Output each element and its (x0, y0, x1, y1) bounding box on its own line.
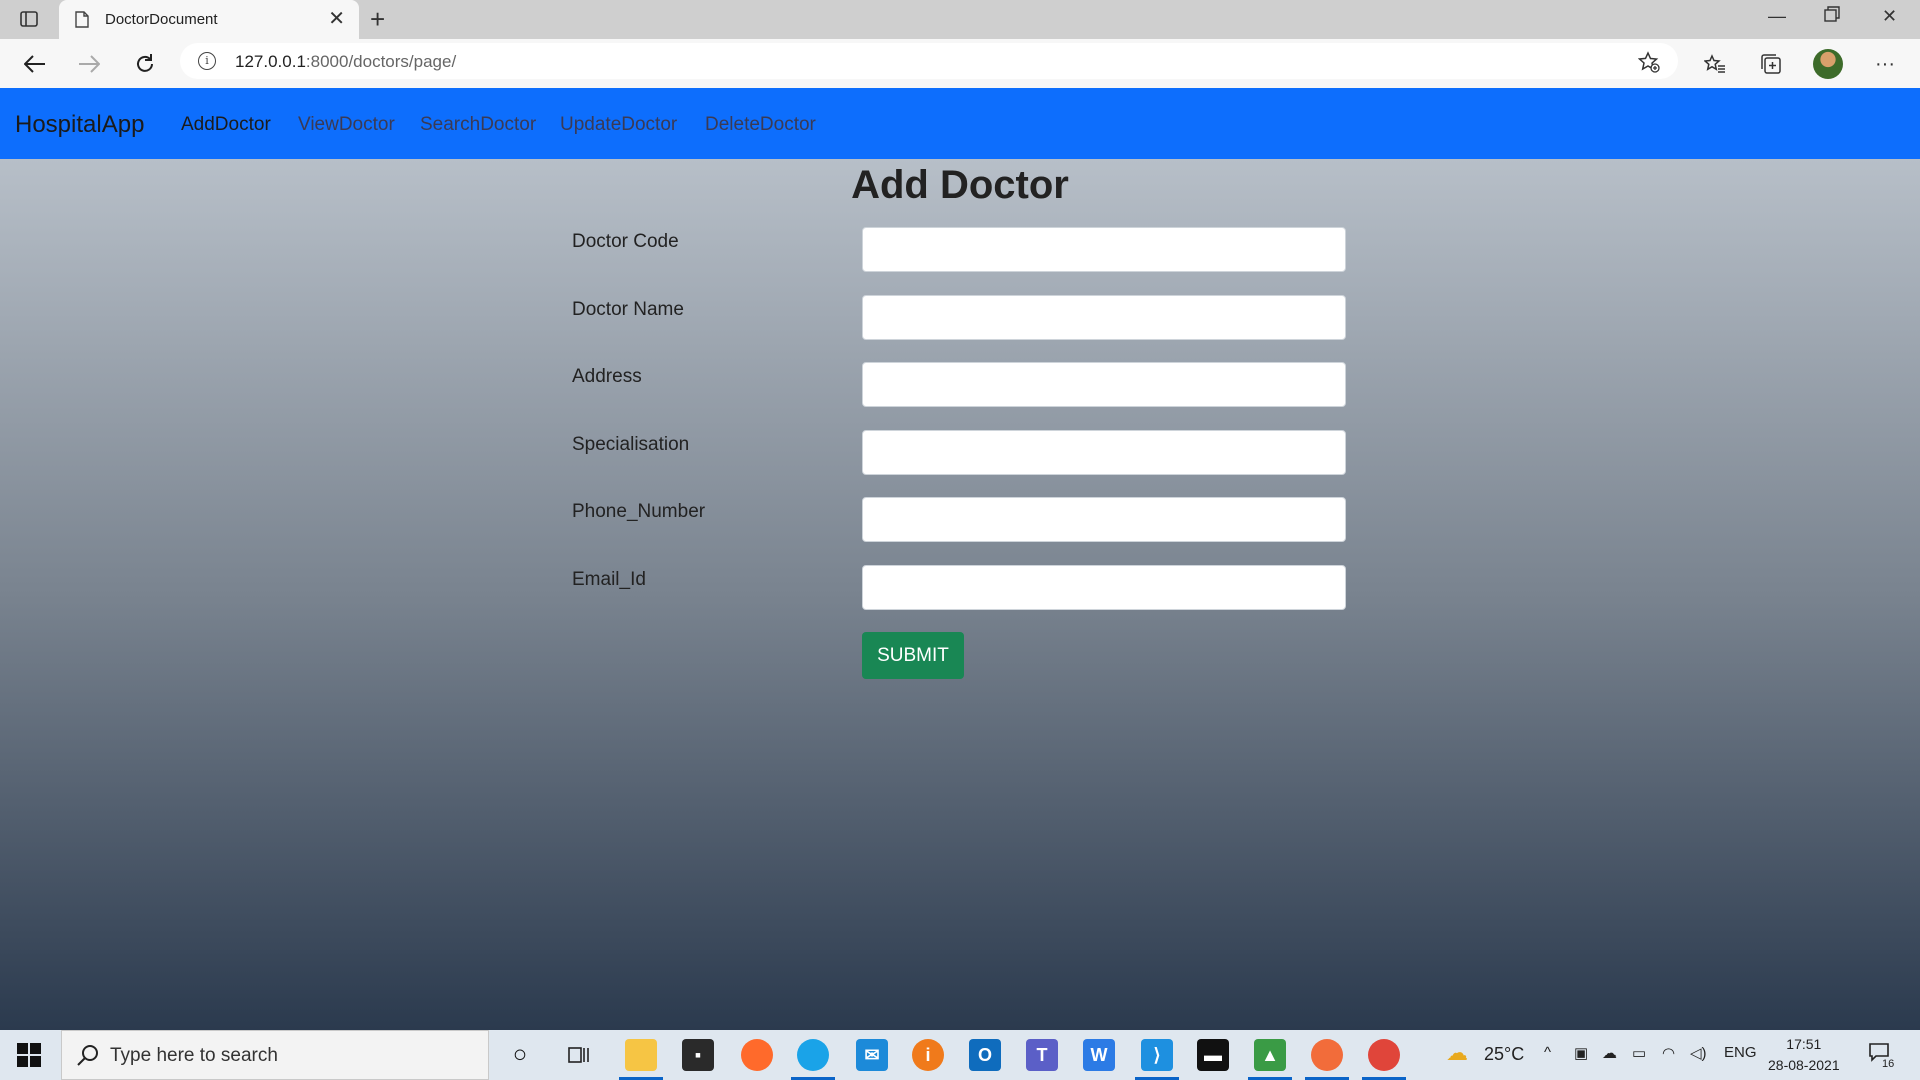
phone-number-label: Phone_Number (572, 501, 706, 522)
navbar-brand[interactable]: HospitalApp (15, 111, 144, 139)
specialisation-input[interactable] (862, 430, 1346, 475)
firefox-icon[interactable] (741, 1039, 773, 1071)
more-options-icon[interactable]: ··· (1870, 49, 1900, 79)
nav-link-adddoctor[interactable]: AddDoctor (181, 114, 271, 136)
postman-icon[interactable] (1305, 1039, 1349, 1080)
taskbar-search[interactable]: Type here to search (61, 1030, 489, 1080)
page-icon (75, 11, 89, 33)
minimize-icon[interactable]: — (1768, 6, 1786, 27)
search-placeholder: Type here to search (110, 1045, 278, 1066)
url-text[interactable]: 127.0.0.1:8000/doctors/page/ (235, 52, 456, 72)
back-icon[interactable] (20, 49, 50, 79)
file-explorer-icon[interactable] (619, 1039, 663, 1080)
notification-count: 16 (1882, 1058, 1895, 1070)
outlook-icon[interactable]: O (969, 1039, 1001, 1071)
onedrive-icon[interactable]: ☁ (1602, 1044, 1617, 1062)
tab-actions-icon[interactable] (18, 9, 40, 29)
doctor-name-label: Doctor Name (572, 299, 684, 320)
edge-icon[interactable] (791, 1039, 835, 1080)
show-hidden-icons-icon[interactable]: ^ (1544, 1044, 1551, 1061)
refresh-icon[interactable] (130, 49, 160, 79)
browser-tab-strip: DoctorDocument ✕ + — ✕ (0, 0, 1920, 39)
url-path: :8000/doctors/page/ (305, 52, 457, 71)
clock[interactable]: 17:51 28-08-2021 (1768, 1034, 1840, 1076)
meet-now-icon[interactable]: ▣ (1574, 1044, 1588, 1062)
nav-link-updatedoctor[interactable]: UpdateDoctor (560, 114, 677, 136)
taskbar: Type here to search ○ ▪ ✉ i O T W ⟩ ▬ ▲ … (0, 1030, 1920, 1080)
task-view-icon[interactable] (563, 1039, 595, 1071)
profile-avatar[interactable] (1813, 49, 1843, 79)
forward-icon[interactable] (74, 49, 104, 79)
nav-link-searchdoctor[interactable]: SearchDoctor (420, 114, 536, 136)
url-host: 127.0.0.1 (235, 52, 306, 71)
terminal-icon[interactable]: ▬ (1197, 1039, 1229, 1071)
mail-icon[interactable]: ✉ (856, 1039, 888, 1071)
new-tab-icon[interactable]: + (370, 6, 385, 32)
specialisation-label: Specialisation (572, 434, 690, 455)
nav-link-viewdoctor[interactable]: ViewDoctor (298, 114, 395, 136)
volume-icon[interactable]: ◁) (1690, 1044, 1707, 1062)
address-bar[interactable]: i 127.0.0.1:8000/doctors/page/ (180, 43, 1678, 79)
leaf-app-icon[interactable]: ▲ (1248, 1039, 1292, 1080)
doctor-code-input[interactable] (862, 227, 1346, 272)
doctor-code-label: Doctor Code (572, 231, 679, 252)
email-id-input[interactable] (862, 565, 1346, 610)
whiteboard-icon[interactable]: W (1083, 1039, 1115, 1071)
vscode-icon[interactable]: ⟩ (1135, 1039, 1179, 1080)
nav-link-deletedoctor[interactable]: DeleteDoctor (705, 114, 816, 136)
favorites-icon[interactable] (1700, 49, 1730, 79)
teams-icon[interactable]: T (1026, 1039, 1058, 1071)
address-input[interactable] (862, 362, 1346, 407)
search-icon (76, 1043, 100, 1072)
battery-icon[interactable]: ▭ (1632, 1044, 1646, 1062)
info-app-icon[interactable]: i (912, 1039, 944, 1071)
clock-date: 28-08-2021 (1768, 1057, 1840, 1073)
collections-icon[interactable] (1756, 49, 1786, 79)
cortana-icon[interactable]: ○ (504, 1039, 536, 1071)
weather-temp[interactable]: 25°C (1484, 1044, 1524, 1065)
email-id-label: Email_Id (572, 569, 646, 590)
browser-tab[interactable]: DoctorDocument ✕ (59, 0, 359, 39)
phone-number-input[interactable] (862, 497, 1346, 542)
store-icon[interactable]: ▪ (682, 1039, 714, 1071)
address-label: Address (572, 366, 642, 387)
windows-start-icon[interactable] (17, 1043, 41, 1072)
close-tab-icon[interactable]: ✕ (328, 8, 345, 30)
clock-time: 17:51 (1786, 1036, 1822, 1052)
browser-toolbar: i 127.0.0.1:8000/doctors/page/ ··· (0, 39, 1920, 88)
app-navbar: HospitalApp AddDoctor ViewDoctor SearchD… (0, 88, 1920, 159)
language-indicator[interactable]: ENG (1724, 1044, 1757, 1061)
main-content: Add Doctor Doctor Code Doctor Name Addre… (0, 159, 1920, 1030)
restore-icon[interactable] (1824, 6, 1840, 27)
chrome-icon[interactable] (1362, 1039, 1406, 1080)
page-title: Add Doctor (851, 163, 1069, 207)
tab-title: DoctorDocument (105, 11, 218, 28)
weather-icon[interactable]: ☁ (1446, 1040, 1468, 1066)
site-info-icon[interactable]: i (198, 52, 216, 70)
wifi-icon[interactable]: ◠ (1662, 1044, 1675, 1062)
add-favorite-icon[interactable] (1637, 51, 1660, 78)
close-window-icon[interactable]: ✕ (1882, 6, 1897, 27)
submit-button[interactable]: SUBMIT (862, 632, 964, 679)
doctor-name-input[interactable] (862, 295, 1346, 340)
